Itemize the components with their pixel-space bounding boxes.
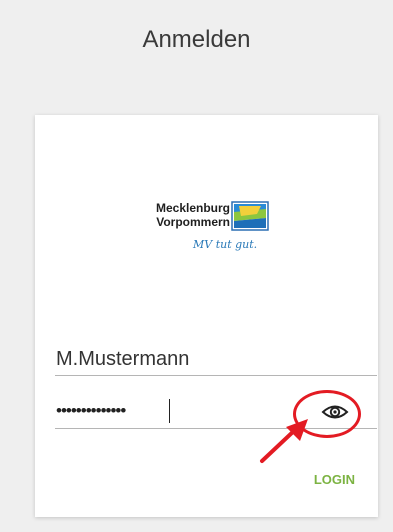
page-title: Anmelden xyxy=(142,26,251,53)
password-field[interactable]: •••••••••••••• xyxy=(55,395,377,429)
eye-icon xyxy=(321,405,349,419)
mecklenburg-vorpommern-logo: Mecklenburg Vorpommern MV tut gut. xyxy=(145,193,280,259)
logo-line-1: Mecklenburg xyxy=(155,201,230,215)
show-password-button[interactable] xyxy=(317,398,353,426)
logo-slogan: MV tut gut. xyxy=(193,238,258,251)
username-input[interactable] xyxy=(56,346,316,372)
logo-line-2: Vorpommern xyxy=(156,215,230,229)
login-card: Mecklenburg Vorpommern MV tut gut. •••••… xyxy=(35,115,378,517)
username-field[interactable] xyxy=(55,342,377,376)
password-input[interactable]: •••••••••••••• xyxy=(56,401,126,421)
login-button[interactable]: LOGIN xyxy=(314,468,355,491)
logo-wordmark: Mecklenburg Vorpommern xyxy=(145,201,230,229)
logo-flag-icon xyxy=(231,201,269,231)
text-caret xyxy=(169,399,170,423)
